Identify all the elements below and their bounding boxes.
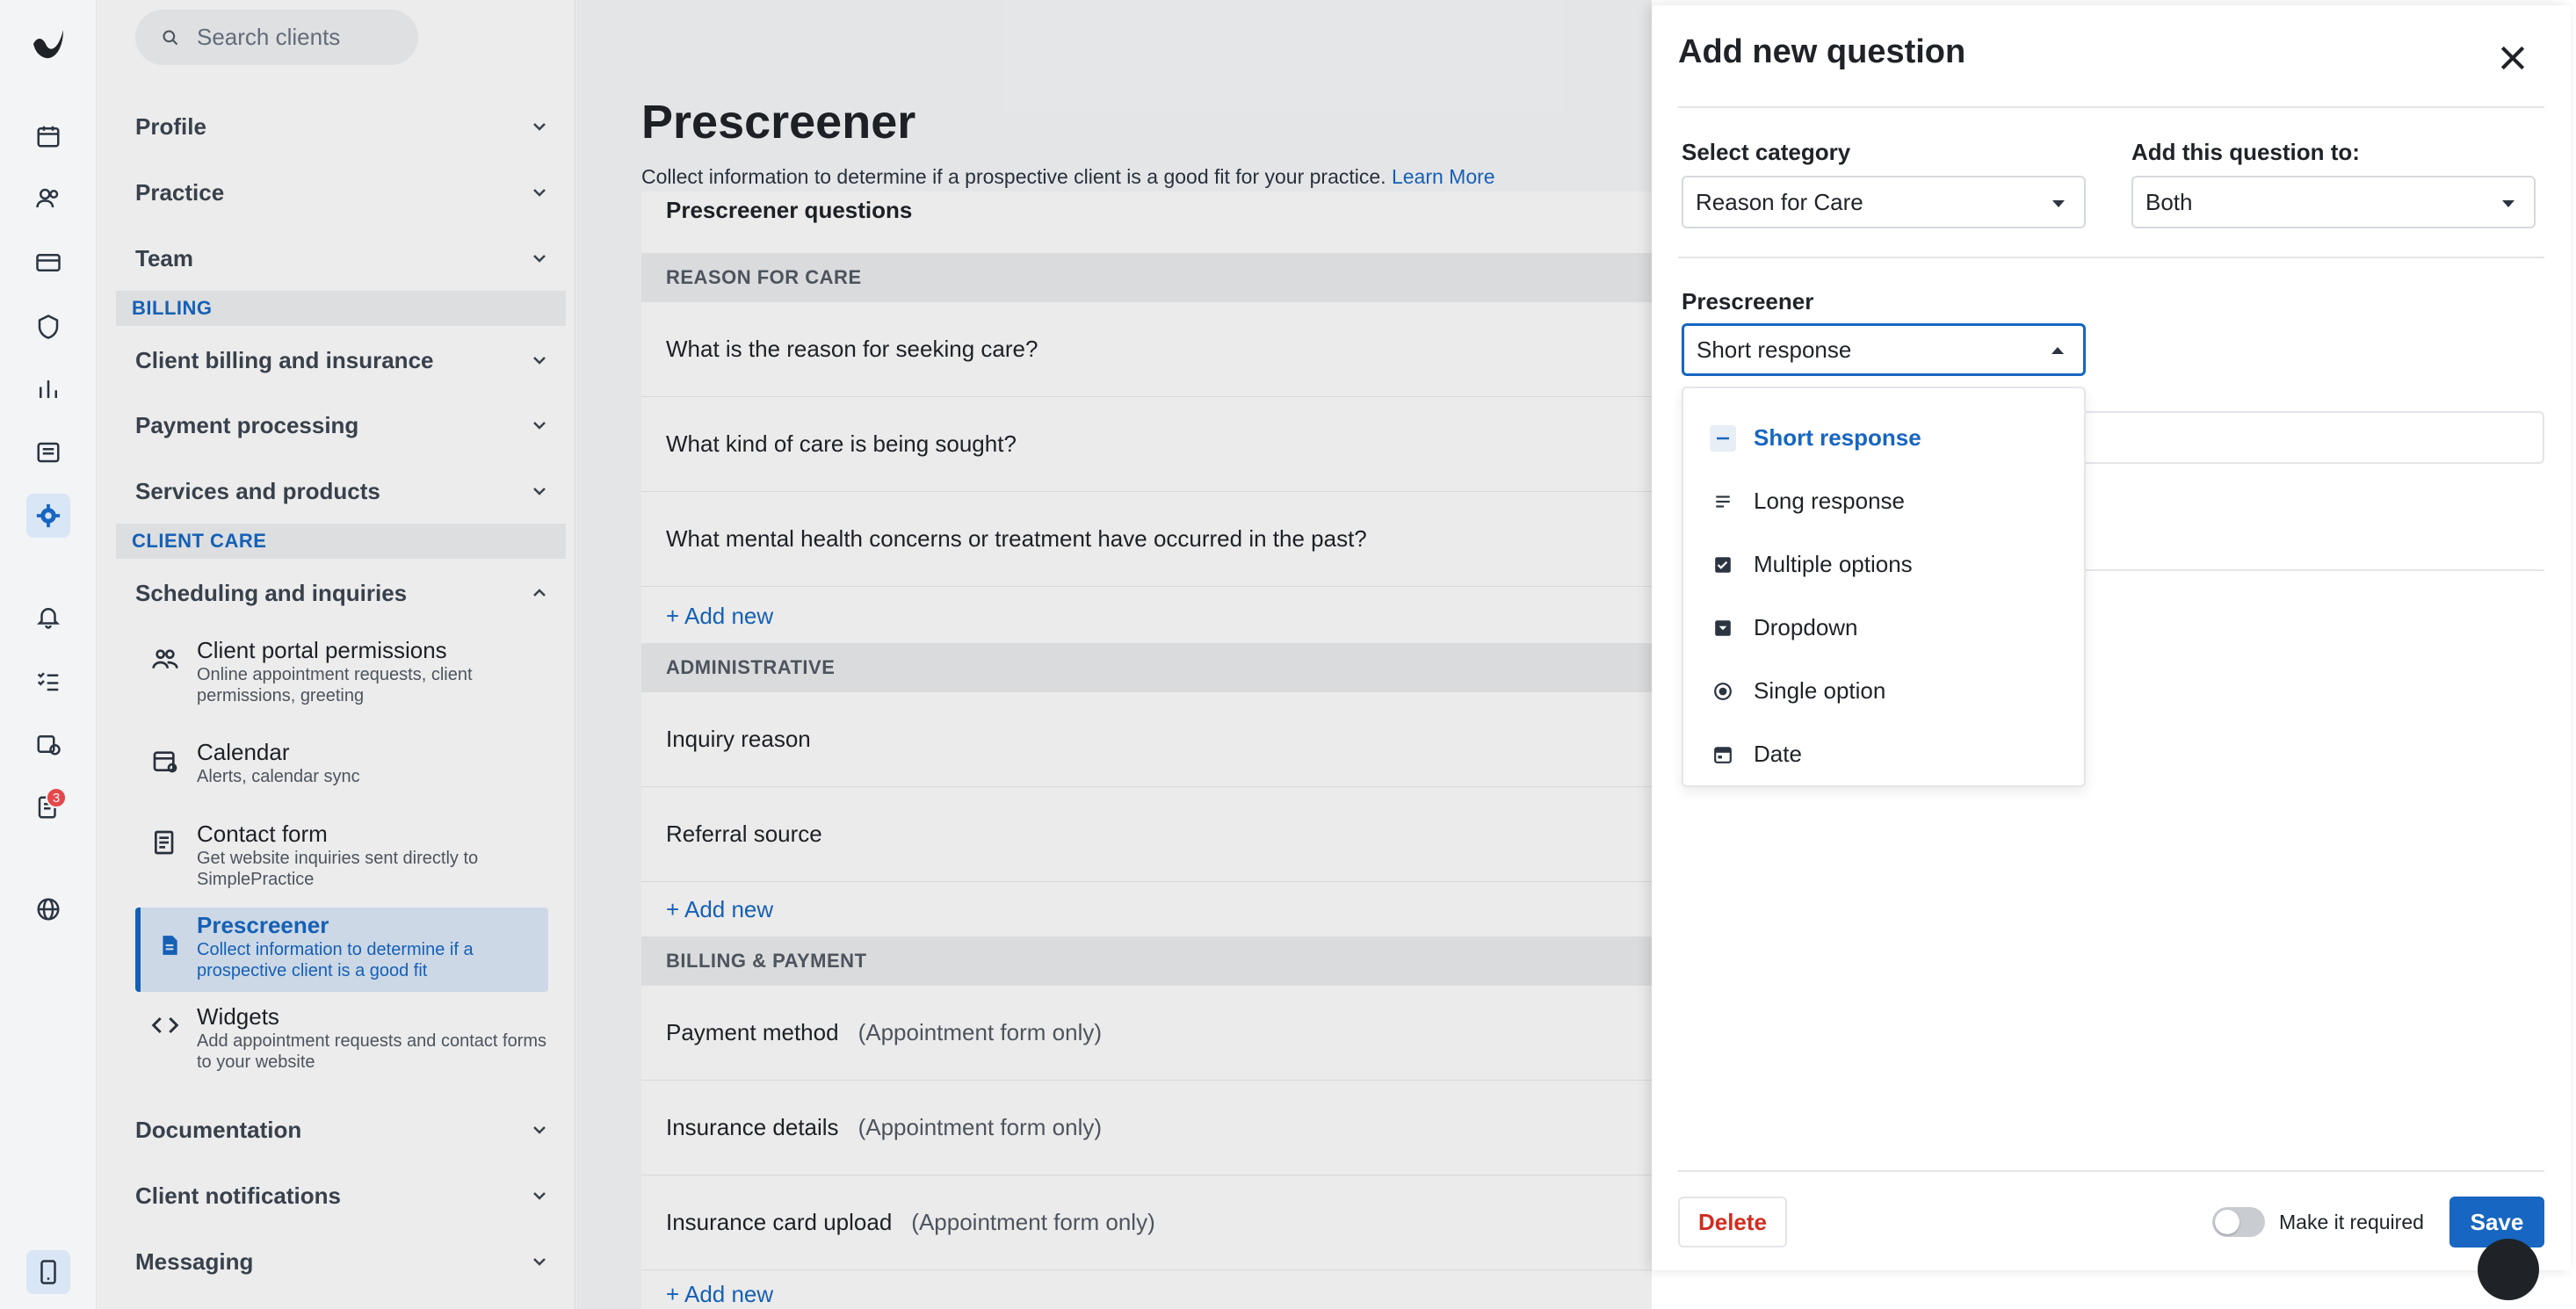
option-label: Long response — [1754, 487, 1906, 514]
option-short-response[interactable]: Short response — [1683, 406, 2084, 469]
panel-title: Add new question — [1678, 33, 1966, 70]
option-multiple-options[interactable]: Multiple options — [1683, 532, 2084, 596]
billing-nav-icon[interactable] — [26, 241, 70, 285]
reports-list-icon[interactable] — [26, 430, 70, 474]
documents-icon[interactable]: 3 — [26, 785, 70, 829]
checkbox-icon — [1710, 552, 1736, 578]
question-text-input[interactable] — [2082, 411, 2544, 464]
calendar-nav-icon[interactable] — [26, 114, 70, 158]
option-label: Dropdown — [1754, 613, 1858, 640]
make-required-label: Make it required — [2279, 1211, 2424, 1233]
option-date[interactable]: Date — [1683, 722, 2084, 785]
settings-gear-icon[interactable] — [26, 494, 70, 538]
option-single-option[interactable]: Single option — [1683, 659, 2084, 722]
category-select[interactable]: Reason for Care — [1682, 176, 2086, 228]
add-to-label: Add this question to: — [2131, 139, 2360, 165]
option-label: Date — [1754, 740, 1802, 767]
close-icon[interactable] — [2495, 40, 2530, 76]
notification-count-badge: 3 — [46, 787, 67, 808]
globe-icon[interactable] — [26, 887, 70, 931]
divider — [1678, 257, 2544, 258]
dropdown-icon — [1710, 615, 1736, 641]
option-dropdown[interactable]: Dropdown — [1683, 596, 2084, 659]
insurance-shield-icon[interactable] — [26, 305, 70, 349]
notifications-bell-icon[interactable] — [26, 595, 70, 639]
radio-icon — [1710, 678, 1736, 705]
caret-down-icon — [2502, 200, 2514, 207]
question-type-value: Short response — [1697, 336, 1852, 363]
add-to-select[interactable]: Both — [2131, 176, 2536, 228]
question-type-menu: Short response Long response Multiple op… — [1682, 387, 2086, 787]
help-chat-button[interactable] — [2478, 1239, 2539, 1300]
divider — [1678, 106, 2544, 108]
prescreener-label: Prescreener — [1682, 288, 1814, 315]
add-to-select-value: Both — [2145, 188, 2193, 215]
question-type-select[interactable]: Short response — [1682, 323, 2086, 376]
modal-backdrop[interactable] — [97, 0, 1652, 1309]
category-select-value: Reason for Care — [1696, 188, 1863, 215]
icon-rail: 3 — [0, 0, 97, 1309]
divider — [1678, 1170, 2544, 1172]
toggle-knob — [2215, 1210, 2240, 1234]
delete-button[interactable]: Delete — [1678, 1197, 1787, 1248]
divider — [2086, 569, 2544, 571]
option-label: Single option — [1754, 676, 1886, 704]
app-logo-icon[interactable] — [28, 23, 69, 63]
requests-calendar-icon[interactable] — [26, 722, 70, 766]
text-lines-icon — [1710, 488, 1736, 515]
option-long-response[interactable]: Long response — [1683, 469, 2084, 532]
dash-icon — [1710, 425, 1736, 452]
make-required-toggle[interactable] — [2212, 1207, 2265, 1237]
option-label: Multiple options — [1754, 550, 1913, 577]
mobile-app-icon[interactable] — [26, 1250, 70, 1294]
option-label: Short response — [1754, 423, 1921, 451]
clients-nav-icon[interactable] — [26, 177, 70, 221]
caret-down-icon — [2052, 200, 2065, 207]
tasks-checklist-icon[interactable] — [26, 659, 70, 703]
add-question-panel: Add new question Select category Reason … — [1652, 5, 2571, 1270]
caret-up-icon — [2051, 347, 2064, 354]
category-label: Select category — [1682, 139, 1851, 165]
analytics-bar-chart-icon[interactable] — [26, 367, 70, 411]
calendar-icon — [1710, 741, 1736, 768]
